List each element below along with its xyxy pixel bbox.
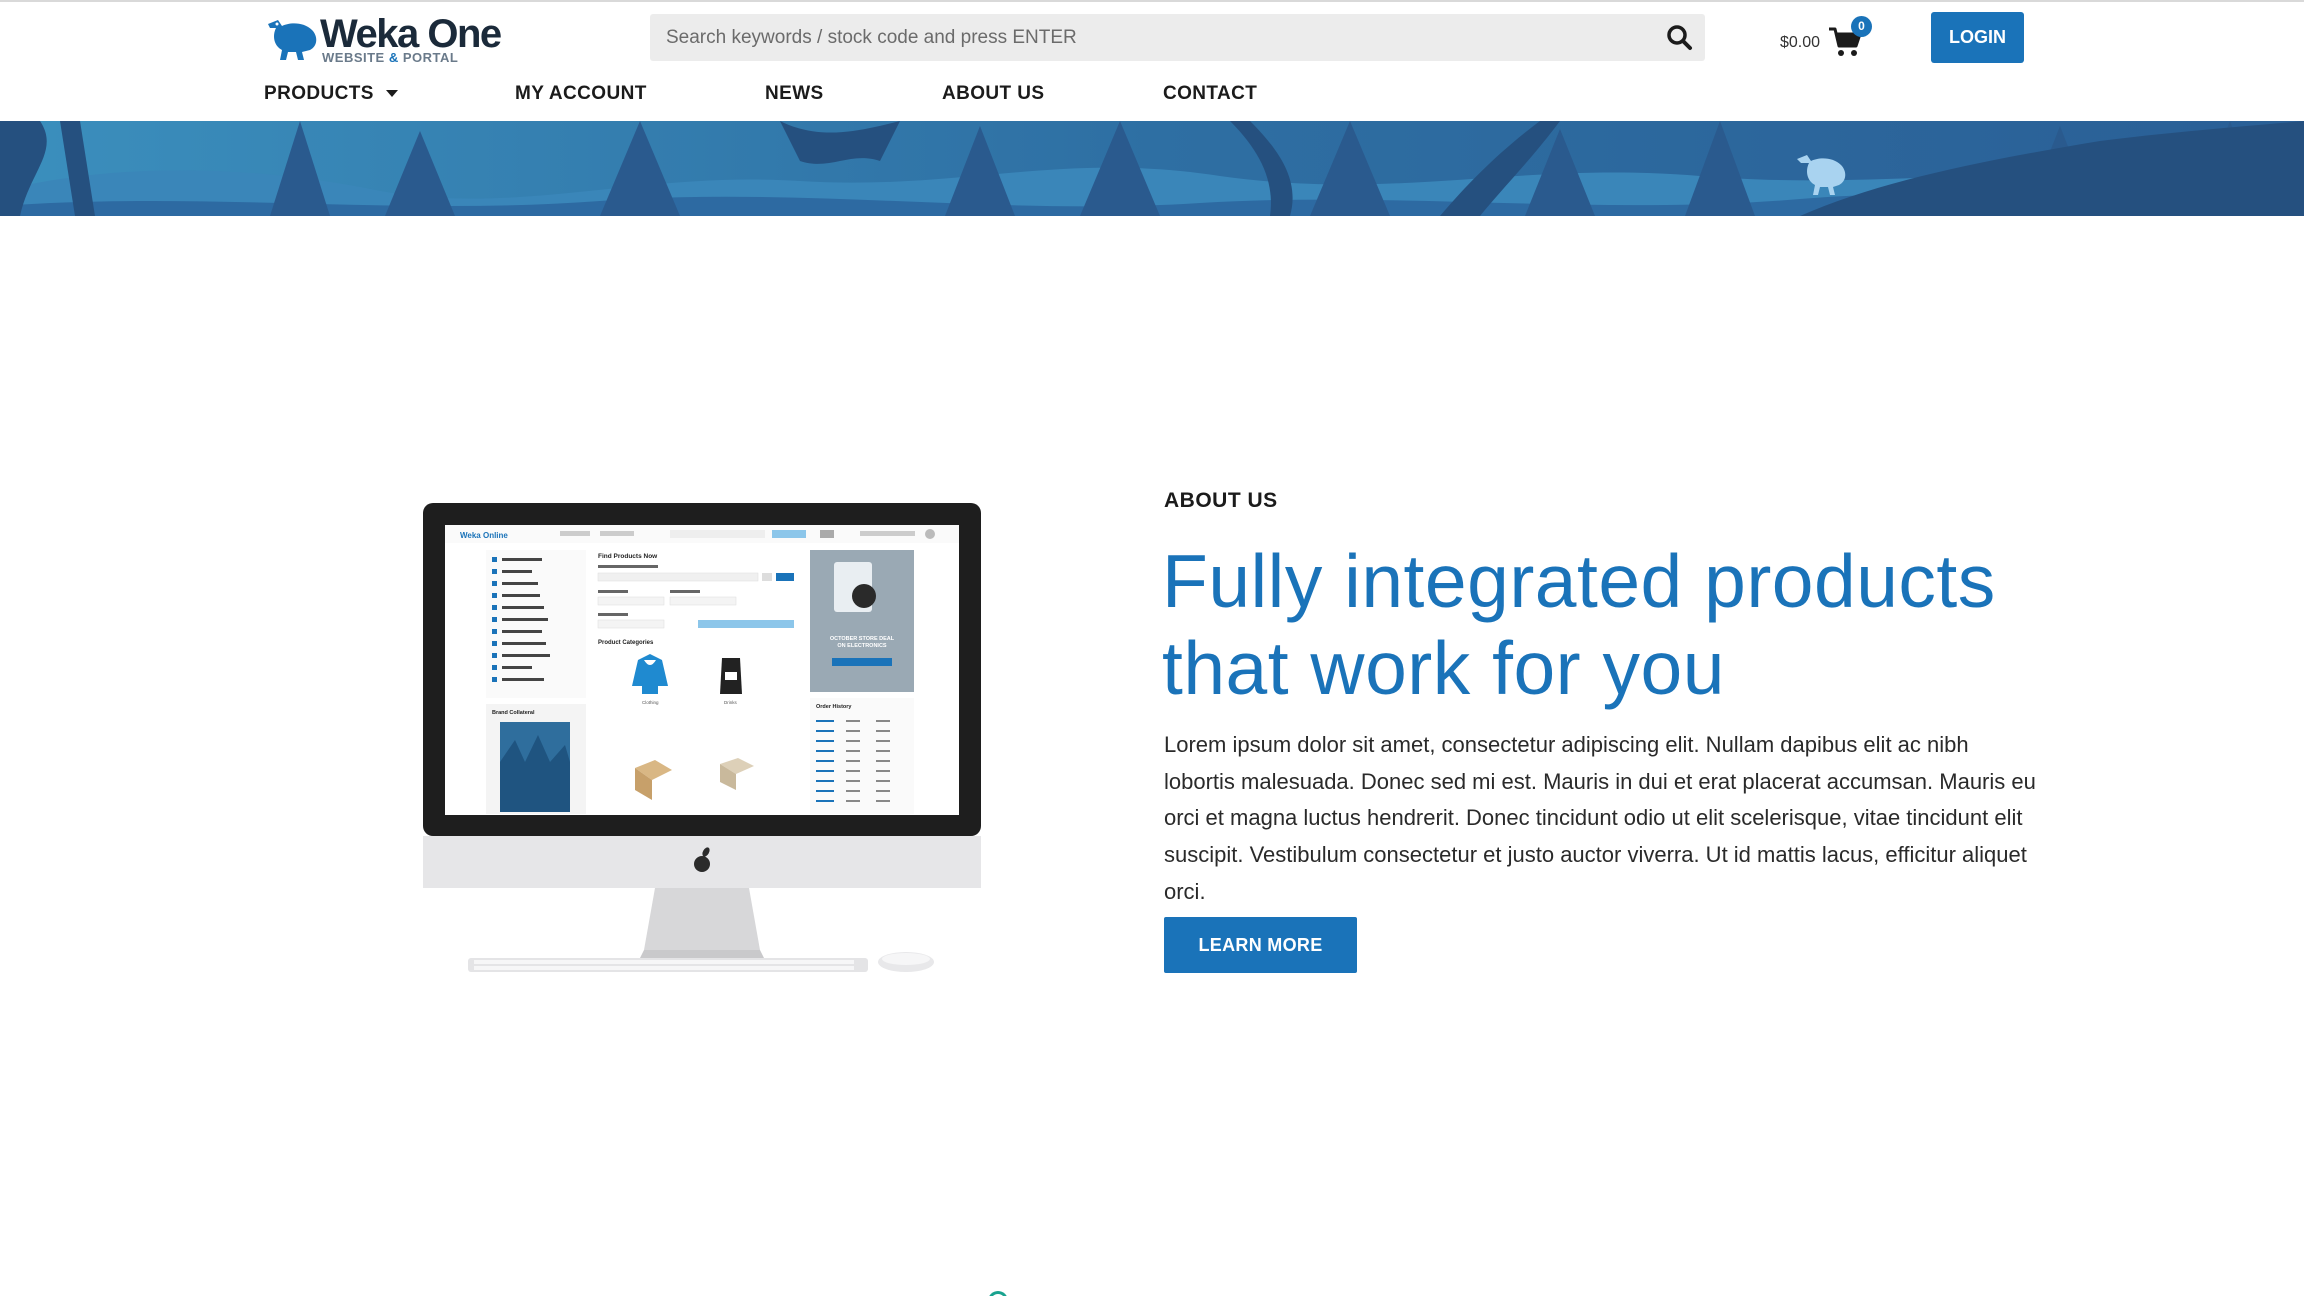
section-eyebrow: ABOUT US — [1164, 489, 1278, 512]
screen-panel-title: Find Products Now — [598, 553, 658, 560]
login-button[interactable]: LOGIN — [1931, 12, 2024, 63]
headline-line-2: that work for you — [1162, 626, 1725, 710]
imac-illustration: Weka Online Brand Collateral Find Produc… — [420, 500, 990, 980]
nav-products[interactable]: PRODUCTS — [264, 83, 398, 105]
cart-total: $0.00 — [1780, 34, 1821, 51]
coffee-bag-product-icon — [720, 658, 742, 694]
nav-products-label: PRODUCTS — [264, 83, 374, 104]
learn-more-button[interactable]: LEARN MORE — [1164, 917, 1357, 973]
caret-down-icon — [385, 90, 398, 98]
search-bar — [650, 14, 1705, 61]
computer-mockup-image: Weka Online Brand Collateral Find Produc… — [423, 503, 981, 972]
screen-categories-title: Product Categories — [598, 640, 654, 646]
screen-brand-collateral: Brand Collateral — [492, 710, 535, 716]
section-headline: Fully integrated products that work for … — [1162, 538, 2062, 712]
section-body: Lorem ipsum dolor sit amet, consectetur … — [1164, 732, 2036, 904]
screen-category-1: Clothing — [642, 700, 659, 705]
search-button[interactable] — [1665, 23, 1695, 53]
screen-order-history: Order History — [816, 704, 852, 710]
site-logo[interactable]: Weka One WEBSITE & PORTAL — [262, 12, 522, 65]
headline-line-1: Fully integrated products — [1162, 539, 1996, 623]
screen-brand: Weka Online — [460, 531, 508, 540]
nav-news[interactable]: NEWS — [765, 83, 824, 105]
search-input[interactable] — [650, 14, 1650, 61]
screen-promo: OCTOBER STORE DEAL ON ELECTRONICS — [830, 636, 895, 649]
scroll-indicator — [988, 1291, 1008, 1296]
forest-illustration — [0, 121, 2304, 216]
forest-banner — [0, 121, 2304, 216]
cart-widget[interactable]: $0.00 0 — [1775, 14, 1905, 64]
nav-contact[interactable]: CONTACT — [1163, 83, 1257, 105]
weka-bird-icon — [268, 20, 317, 60]
search-icon — [1667, 25, 1692, 50]
screen-category-2: Drinks — [724, 700, 738, 705]
nav-my-account[interactable]: MY ACCOUNT — [515, 83, 647, 105]
nav-about-us[interactable]: ABOUT US — [942, 83, 1044, 105]
top-border — [0, 0, 2304, 2]
brand-subtitle: WEBSITE & PORTAL — [322, 50, 459, 65]
cart-count-badge: 0 — [1851, 16, 1872, 37]
